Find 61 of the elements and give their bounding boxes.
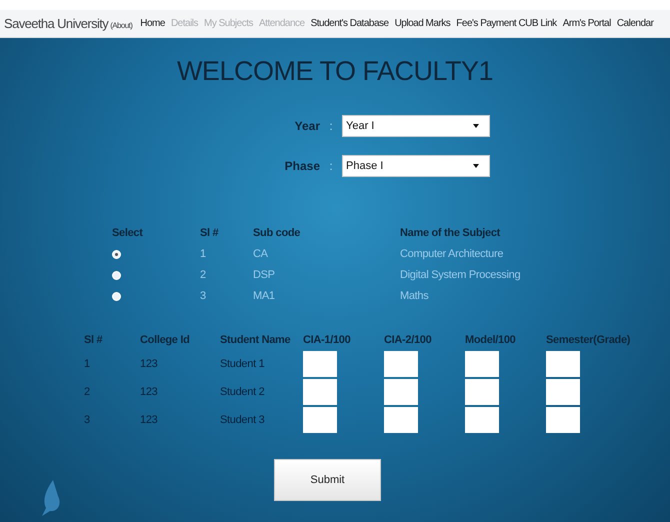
nav-link[interactable]: Arm's Portal [562, 18, 611, 29]
mark-input-field[interactable] [303, 407, 337, 433]
dropdown-field[interactable]: Phase I [342, 155, 490, 177]
mark-input-field[interactable] [384, 351, 418, 377]
brand-link[interactable]: Saveetha University(About) [4, 16, 132, 31]
column-header: Model/100 [465, 334, 516, 346]
filter-label: Year [294, 119, 320, 133]
nav-link[interactable]: Fee's Payment CUB Link [456, 18, 557, 29]
table-cell-text: 2 [200, 269, 207, 281]
column-header: Sl # [84, 334, 104, 346]
mark-input-field[interactable] [303, 351, 337, 377]
column-header: College Id [140, 334, 191, 346]
column-header: Student Name [220, 334, 292, 346]
separator-text: : [328, 159, 334, 173]
table-cell-text: Student 3 [220, 414, 266, 426]
table-cell-text: Digital System Processing [400, 269, 522, 281]
nav-link[interactable]: Calendar [616, 18, 654, 29]
mark-input-field[interactable] [303, 379, 337, 405]
mark-input-field[interactable] [465, 407, 499, 433]
radio-button[interactable] [112, 292, 121, 301]
mark-input-field[interactable] [465, 351, 499, 377]
submit-button[interactable]: Submit [274, 459, 381, 501]
dropdown-field[interactable]: Year I [342, 115, 490, 137]
column-header: Select [112, 227, 144, 239]
table-cell-text: Maths [400, 290, 430, 302]
mark-input-field[interactable] [465, 379, 499, 405]
table-cell-text: Student 2 [220, 386, 266, 398]
column-header: Semester(Grade) [546, 334, 632, 346]
radio-button[interactable] [112, 271, 121, 280]
table-cell-text: CA [253, 248, 269, 260]
mark-input-field[interactable] [546, 407, 580, 433]
page-title: WELCOME TO FACULTY1 [176, 56, 494, 87]
table-cell-text: 123 [140, 414, 158, 426]
column-header: Name of the Subject [400, 227, 502, 239]
table-cell-text: 3 [200, 290, 207, 302]
table-cell-text: 123 [140, 386, 158, 398]
mark-input-field[interactable] [546, 351, 580, 377]
mark-input-field[interactable] [384, 407, 418, 433]
table-cell-text: 123 [140, 358, 158, 370]
table-cell-text: 1 [200, 248, 207, 260]
dropdown-arrow-icon [473, 163, 479, 169]
table-cell-text: MA1 [253, 290, 276, 302]
dropdown-arrow-icon [473, 123, 479, 129]
nav-link[interactable]: Home [140, 18, 165, 29]
table-cell-text: 3 [84, 414, 91, 426]
separator-text: : [328, 119, 334, 133]
column-header: CIA-2/100 [384, 334, 432, 346]
column-header: Sl # [200, 227, 220, 239]
nav-link[interactable]: Upload Marks [394, 18, 450, 29]
table-cell-text: 1 [84, 358, 91, 370]
column-header: Sub code [253, 227, 302, 239]
table-cell-text: DSP [253, 269, 276, 281]
filter-label: Phase [284, 159, 320, 173]
table-cell-text: 2 [84, 386, 91, 398]
column-header: CIA-1/100 [303, 334, 352, 346]
mark-input-field[interactable] [384, 379, 418, 405]
mark-input-field[interactable] [546, 379, 580, 405]
nav-link[interactable]: Student's Database [310, 18, 389, 29]
table-cell-text: Student 1 [220, 358, 266, 370]
radio-button[interactable] [112, 250, 121, 259]
table-cell-text: Computer Architecture [400, 248, 504, 260]
